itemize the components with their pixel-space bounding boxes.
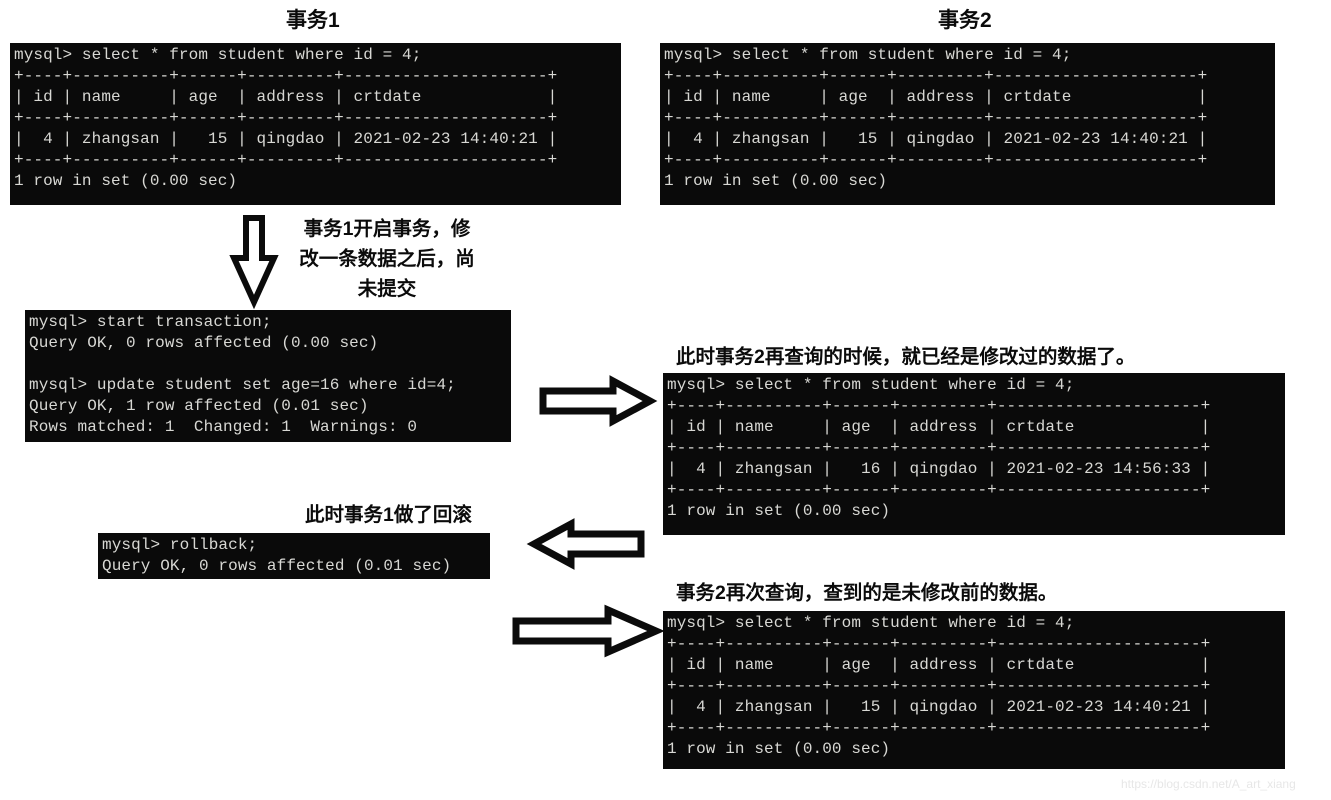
terminal-line: Rows matched: 1 Changed: 1 Warnings: 0 (29, 418, 418, 436)
terminal-tx1-rollback: mysql> rollback; Query OK, 0 rows affecte… (98, 533, 490, 579)
terminal-line: +----+----------+------+---------+------… (14, 151, 558, 169)
terminal-tx2-select-after: mysql> select * from student where id = … (663, 611, 1285, 769)
diagram-canvas: 事务1 事务2 mysql> select * from student whe… (0, 0, 1331, 800)
terminal-line: mysql> start transaction; (29, 313, 272, 331)
terminal-line: | 4 | zhangsan | 16 | qingdao | 2021-02-… (667, 460, 1211, 478)
terminal-line: +----+----------+------+---------+------… (664, 109, 1208, 127)
terminal-line: | 4 | zhangsan | 15 | qingdao | 2021-02-… (664, 130, 1208, 148)
note-tx1-start-transaction: 事务1开启事务，修 改一条数据之后，尚 未提交 (299, 218, 475, 300)
terminal-line: Query OK, 0 rows affected (0.01 sec) (102, 557, 452, 575)
terminal-line: 1 row in set (0.00 sec) (667, 740, 891, 758)
terminal-line: | id | name | age | address | crtdate | (664, 88, 1208, 106)
terminal-line: +----+----------+------+---------+------… (14, 109, 558, 127)
transaction-2-title: 事务2 (938, 9, 992, 32)
terminal-line: 1 row in set (0.00 sec) (667, 502, 891, 520)
terminal-line: mysql> rollback; (102, 536, 258, 554)
terminal-line: +----+----------+------+---------+------… (667, 635, 1211, 653)
transaction-1-title: 事务1 (286, 9, 340, 32)
terminal-line: | 4 | zhangsan | 15 | qingdao | 2021-02-… (667, 698, 1211, 716)
right-arrow-icon-2 (512, 604, 665, 658)
watermark: https://blog.csdn.net/A_art_xiang (1121, 777, 1296, 791)
terminal-line: Query OK, 1 row affected (0.01 sec) (29, 397, 369, 415)
terminal-tx1-select: mysql> select * from student where id = … (10, 43, 621, 205)
down-arrow-icon (229, 215, 279, 310)
terminal-tx1-update: mysql> start transaction; Query OK, 0 row… (25, 310, 511, 442)
terminal-line: 1 row in set (0.00 sec) (664, 172, 888, 190)
terminal-line: +----+----------+------+---------+------… (667, 677, 1211, 695)
terminal-tx2-select: mysql> select * from student where id = … (660, 43, 1275, 205)
left-arrow-icon (526, 518, 645, 570)
terminal-line: | 4 | zhangsan | 15 | qingdao | 2021-02-… (14, 130, 558, 148)
terminal-line: mysql> select * from student where id = … (667, 614, 1075, 632)
terminal-line: +----+----------+------+---------+------… (667, 439, 1211, 457)
terminal-line: mysql> update student set age=16 where i… (29, 376, 456, 394)
note-tx2-reread: 事务2再次查询，查到的是未修改前的数据。 (676, 582, 1058, 604)
terminal-line: mysql> select * from student where id = … (14, 46, 422, 64)
note-tx1-rollback: 此时事务1做了回滚 (305, 504, 472, 526)
terminal-line: +----+----------+------+---------+------… (667, 397, 1211, 415)
terminal-tx2-select-dirty: mysql> select * from student where id = … (663, 373, 1285, 535)
note-tx2-dirty-read: 此时事务2再查询的时候，就已经是修改过的数据了。 (676, 346, 1136, 368)
terminal-line: | id | name | age | address | crtdate | (667, 656, 1211, 674)
terminal-line: +----+----------+------+---------+------… (667, 481, 1211, 499)
terminal-line: +----+----------+------+---------+------… (667, 719, 1211, 737)
terminal-line: +----+----------+------+---------+------… (664, 67, 1208, 85)
right-arrow-icon-1 (539, 375, 658, 427)
terminal-line: | id | name | age | address | crtdate | (14, 88, 558, 106)
terminal-line: mysql> select * from student where id = … (664, 46, 1072, 64)
terminal-line: +----+----------+------+---------+------… (14, 67, 558, 85)
terminal-line: 1 row in set (0.00 sec) (14, 172, 238, 190)
terminal-line: Query OK, 0 rows affected (0.00 sec) (29, 334, 379, 352)
terminal-line: +----+----------+------+---------+------… (664, 151, 1208, 169)
terminal-line: | id | name | age | address | crtdate | (667, 418, 1211, 436)
terminal-line: mysql> select * from student where id = … (667, 376, 1075, 394)
